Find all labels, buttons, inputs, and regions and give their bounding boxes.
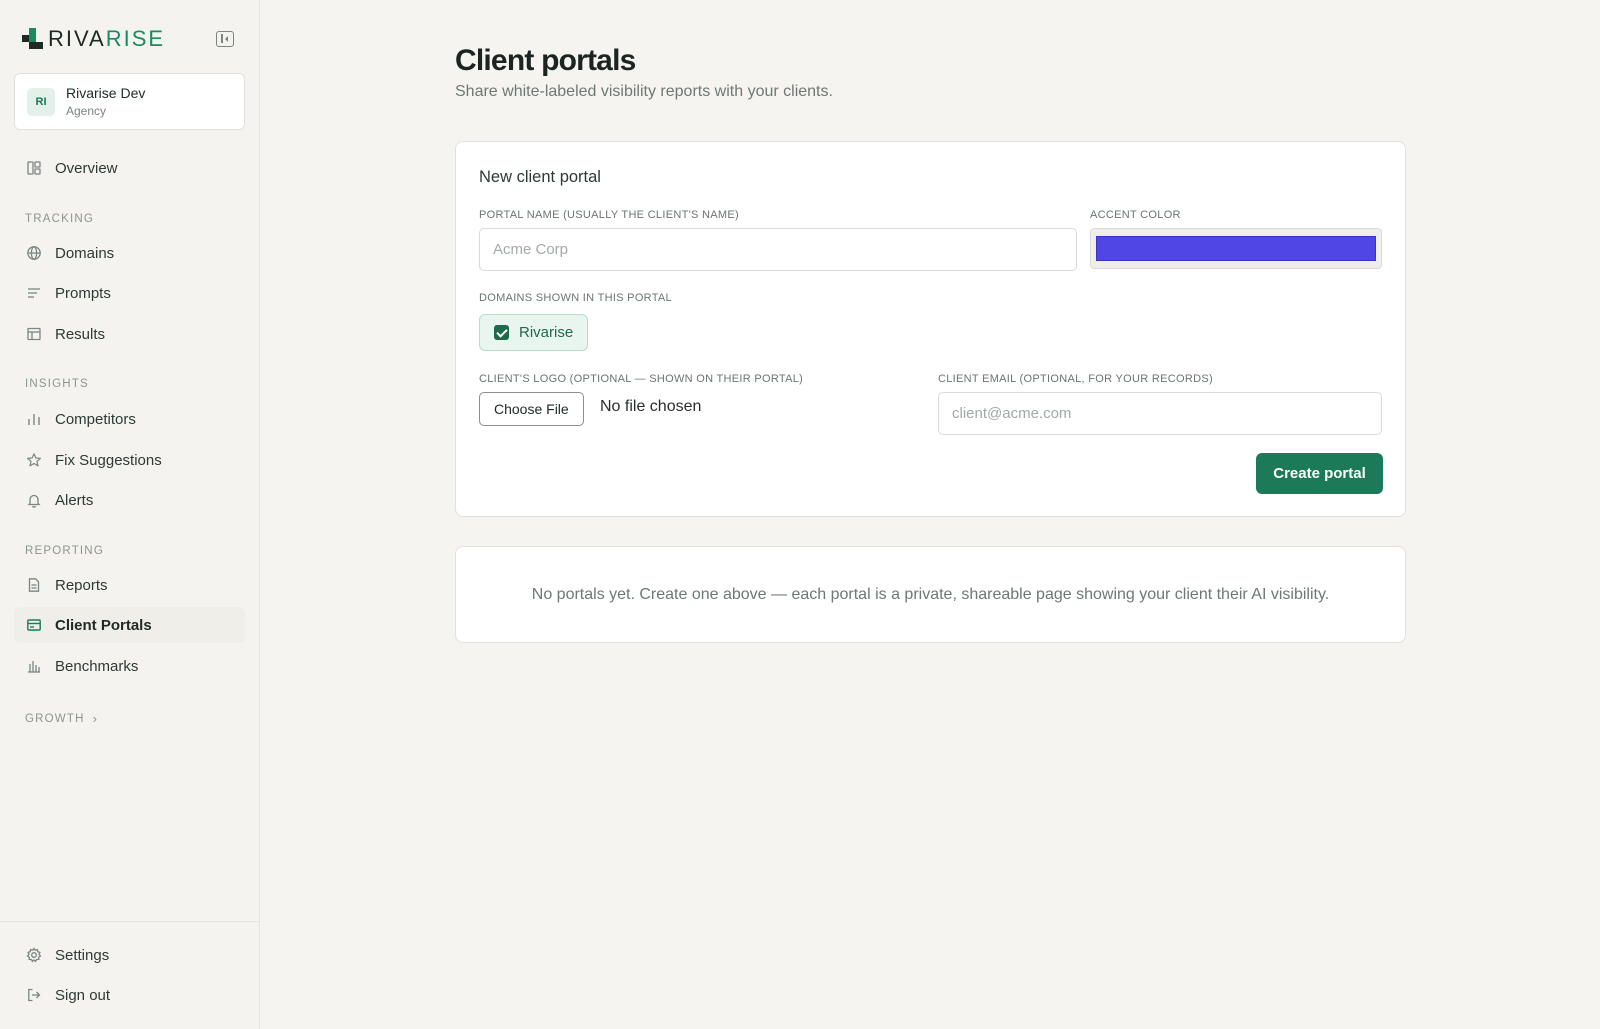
sidebar-item-label: Settings [55,946,110,964]
brand-wordmark: RIVARISE [48,26,165,52]
accent-color-picker[interactable] [1090,228,1382,269]
sidebar-item-label: Prompts [55,284,111,302]
page-title: Client portals [455,44,636,77]
sidebar-item-settings[interactable]: Settings [14,937,245,973]
nav-section-growth-label: GROWTH [25,712,85,725]
sidebar-item-label: Benchmarks [55,657,139,675]
nav-section-reporting: REPORTING [25,545,104,557]
logo-mark-icon [22,28,44,50]
sidebar-item-label: Reports [55,576,108,594]
chevron-right-icon: › [92,711,99,726]
sidebar-item-label: Results [55,325,106,343]
file-status: No file chosen [600,398,702,415]
accent-color-swatch [1096,236,1376,261]
star-icon [27,453,41,467]
sidebar-item-sign-out[interactable]: Sign out [14,977,245,1013]
sidebar-item-reports[interactable]: Reports [14,567,245,603]
logo-label: CLIENT'S LOGO (OPTIONAL — SHOWN ON THEIR… [479,373,804,385]
globe-icon [27,246,41,260]
nav-section-insights: INSIGHTS [25,378,89,390]
sidebar-item-overview[interactable]: Overview [14,150,245,186]
sidebar-item-label: Client Portals [55,616,152,634]
bar-chart-icon [28,414,40,425]
sidebar-item-prompts[interactable]: Prompts [14,275,245,311]
sidebar-divider [0,921,260,922]
email-label: CLIENT EMAIL (OPTIONAL, FOR YOUR RECORDS… [938,373,1213,385]
brand-logo[interactable]: RIVARISE [22,26,165,52]
portal-name-label: PORTAL NAME (USUALLY THE CLIENT'S NAME) [479,209,739,221]
sidebar: RIVARISE RI Rivarise Dev Agency Overview… [0,0,260,1029]
sidebar-item-label: Overview [55,159,118,177]
sidebar-item-benchmarks[interactable]: Benchmarks [14,648,245,684]
checkbox-checked-icon[interactable] [494,325,509,340]
domains-label: DOMAINS SHOWN IN THIS PORTAL [479,292,672,304]
sidebar-item-label: Alerts [55,491,94,509]
accent-color-label: ACCENT COLOR [1090,209,1181,221]
empty-state-text: No portals yet. Create one above — each … [531,585,1330,603]
workspace-name: Rivarise Dev [66,85,146,101]
new-portal-form: New client portal PORTAL NAME (USUALLY T… [455,141,1406,517]
card-icon [27,619,41,631]
page-subtitle: Share white-labeled visibility reports w… [455,83,833,100]
nav-section-growth[interactable]: GROWTH › [25,711,98,726]
gear-icon [26,947,42,963]
text-lines-icon [28,288,40,298]
choose-file-button[interactable]: Choose File [479,392,584,426]
histogram-icon [28,661,40,673]
sidebar-item-competitors[interactable]: Competitors [14,401,245,437]
sidebar-item-client-portals[interactable]: Client Portals [14,607,245,643]
sidebar-item-label: Sign out [55,986,111,1004]
empty-state: No portals yet. Create one above — each … [455,546,1406,643]
nav-section-tracking: TRACKING [25,213,95,225]
workspace-avatar: RI [27,87,55,116]
domain-option-label: Rivarise [519,324,574,341]
bell-icon [27,494,41,508]
brand-word-accent: RISE [105,26,166,51]
sidebar-item-label: Competitors [55,410,136,428]
sidebar-item-fix-suggestions[interactable]: Fix Suggestions [14,442,245,478]
portal-name-input[interactable] [479,228,1077,271]
sidebar-item-alerts[interactable]: Alerts [14,482,245,518]
sidebar-item-domains[interactable]: Domains [14,235,245,271]
create-portal-button[interactable]: Create portal [1256,453,1383,494]
dashboard-icon [27,161,41,175]
table-icon [27,327,41,341]
domain-option-rivarise[interactable]: Rivarise [479,314,589,351]
sidebar-item-label: Fix Suggestions [55,451,162,469]
workspace-type: Agency [66,104,107,118]
collapse-sidebar-icon[interactable] [216,31,234,47]
brand-word-start: RIVA [48,26,106,51]
form-title: New client portal [479,168,601,186]
document-icon [28,578,40,592]
client-email-input[interactable] [938,392,1382,435]
workspace-switcher[interactable]: RI Rivarise Dev Agency [14,73,245,130]
sign-out-icon [28,988,41,1002]
sidebar-item-label: Domains [55,244,115,262]
sidebar-item-results[interactable]: Results [14,316,245,352]
